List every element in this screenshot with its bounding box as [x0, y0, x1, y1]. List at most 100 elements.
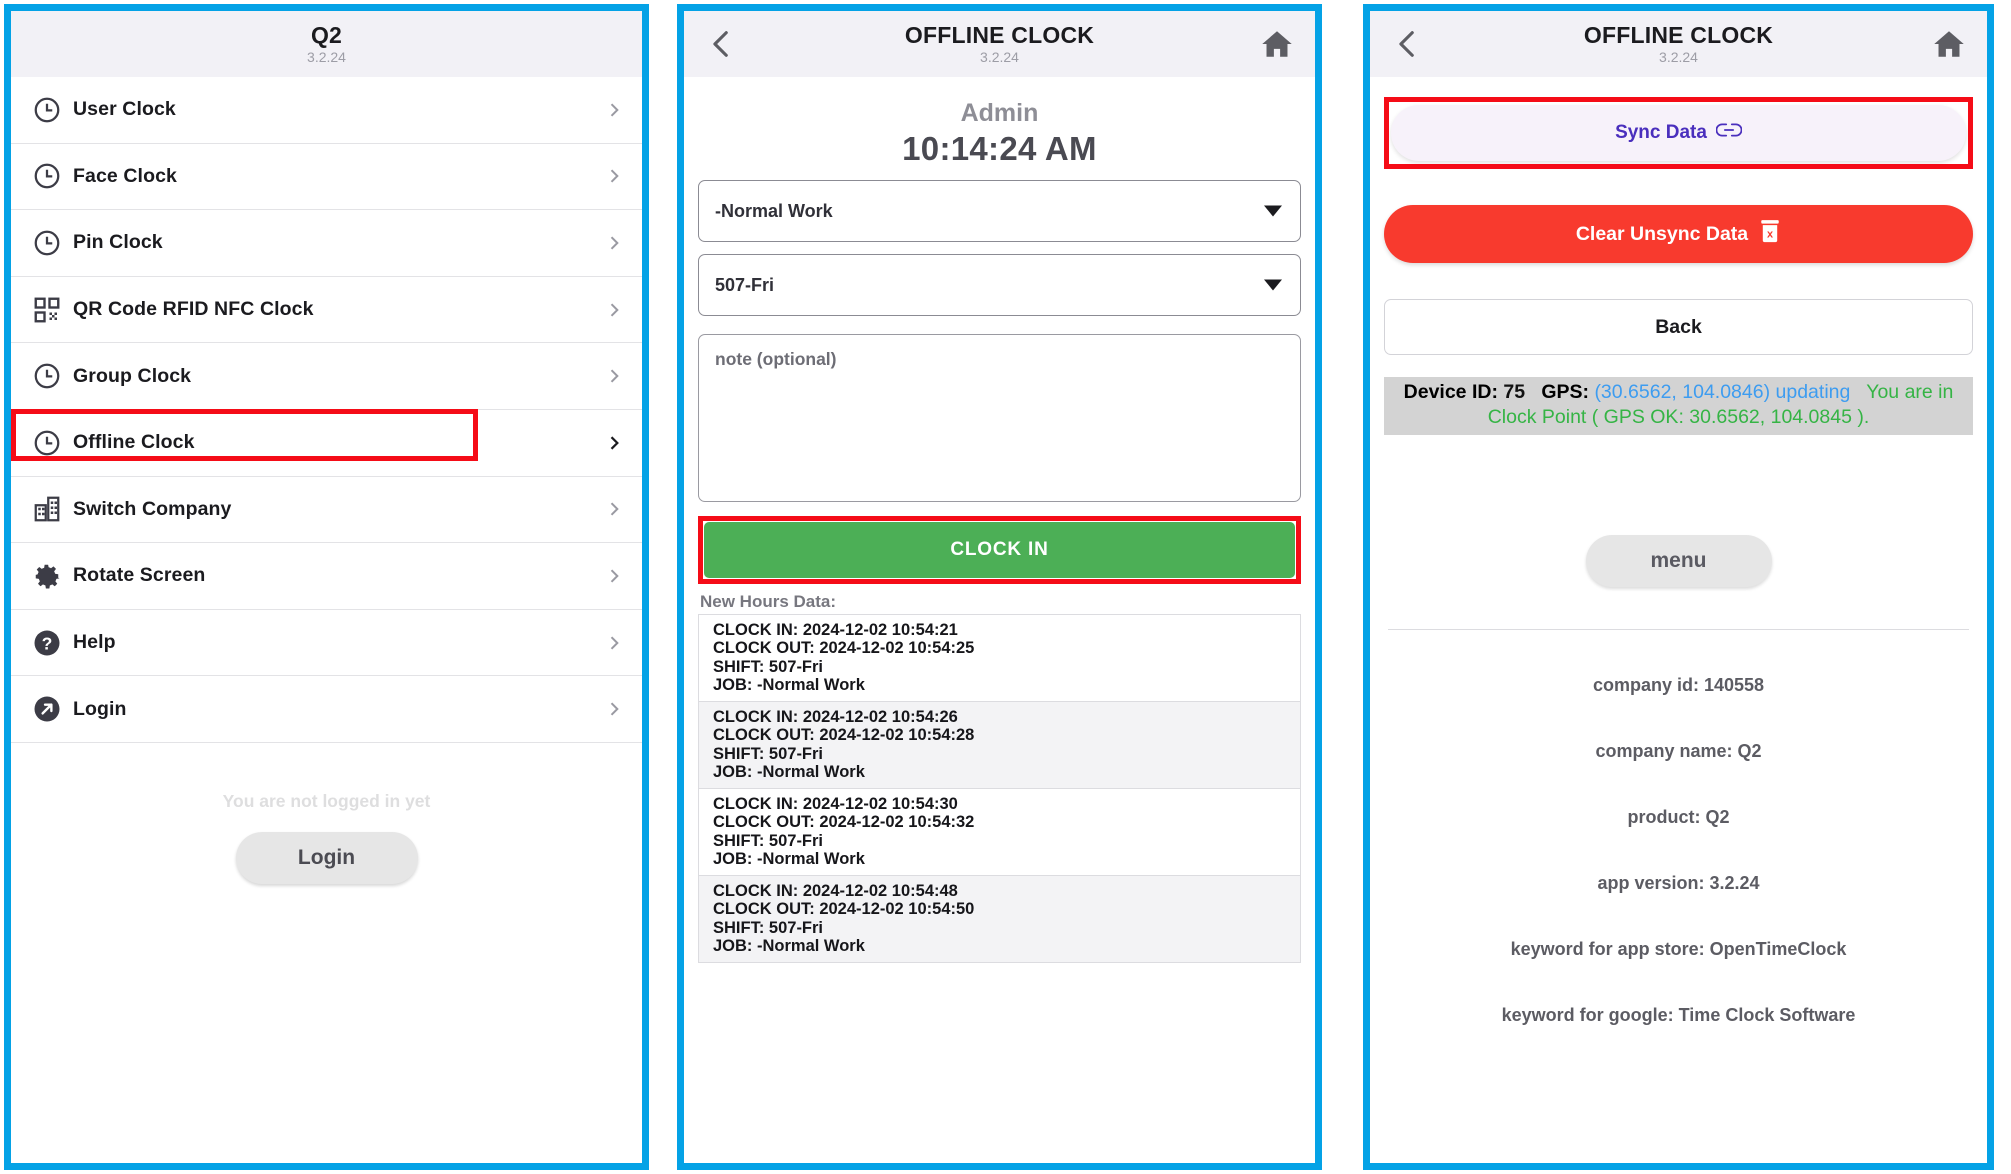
menu-item-label: Pin Clock: [73, 231, 163, 254]
about-company-name: company name: Q2: [1595, 740, 1762, 761]
trash-x-icon: x: [1759, 219, 1781, 249]
menu-item-login[interactable]: Login: [11, 676, 642, 743]
job-select-value: -Normal Work: [715, 200, 833, 221]
hours-entry: CLOCK IN: 2024-12-02 10:54:48 CLOCK OUT:…: [699, 875, 1300, 963]
menu-item-label: Face Clock: [73, 164, 177, 187]
clock-out-line: CLOCK OUT: 2024-12-02 10:54:32: [713, 813, 975, 832]
menu-item-offline-clock[interactable]: Offline Clock: [11, 408, 642, 477]
shift-line: SHIFT: 507-Fri: [713, 744, 824, 763]
clock-in-line: CLOCK IN: 2024-12-02 10:54:30: [713, 794, 958, 813]
building-icon: [21, 494, 73, 524]
hours-entry: CLOCK IN: 2024-12-02 10:54:21 CLOCK OUT:…: [699, 615, 1300, 702]
clock-icon: [21, 361, 73, 391]
current-user-label: Admin: [960, 99, 1039, 127]
menu-item-label: Help: [73, 631, 116, 654]
chevron-right-icon: [604, 97, 624, 123]
chevron-right-icon: [604, 630, 624, 656]
chevron-right-icon: [604, 563, 624, 589]
chevron-right-icon: [604, 496, 624, 522]
home-icon[interactable]: [1927, 22, 1971, 66]
shift-select[interactable]: 507-Fri: [698, 254, 1301, 316]
back-chevron-icon[interactable]: [1386, 22, 1430, 66]
chevron-right-icon: [604, 363, 624, 389]
page-title: OFFLINE CLOCK: [1583, 21, 1774, 48]
clock-in-button[interactable]: CLOCK IN: [704, 522, 1295, 578]
about-keyword-app-store: keyword for app store: OpenTimeClock: [1510, 938, 1847, 959]
chevron-right-icon: [604, 297, 624, 323]
svg-text:x: x: [1767, 229, 1773, 241]
clock-icon: [21, 428, 73, 458]
sync-highlight-wrap: Sync Data: [1384, 97, 1973, 169]
sync-appbar: OFFLINE CLOCK 3.2.24: [1370, 11, 1987, 77]
clock-in-line: CLOCK IN: 2024-12-02 10:54:26: [713, 707, 958, 726]
gps-state: updating: [1775, 381, 1851, 403]
job-select[interactable]: -Normal Work: [698, 180, 1301, 242]
chevron-down-icon: [1264, 205, 1282, 217]
menu-item-face-clock[interactable]: Face Clock: [11, 143, 642, 211]
gps-label: GPS:: [1541, 381, 1590, 403]
question-circle-icon: ?: [21, 628, 73, 658]
menu-item-pin-clock[interactable]: Pin Clock: [11, 210, 642, 277]
gear-icon: [21, 561, 73, 591]
menu-button-wrap: menu: [1384, 534, 1973, 587]
hours-entry: CLOCK IN: 2024-12-02 10:54:26 CLOCK OUT:…: [699, 701, 1300, 789]
login-footer: You are not logged in yet Login: [11, 743, 642, 884]
clock-in-line: CLOCK IN: 2024-12-02 10:54:21: [713, 621, 958, 639]
arrow-up-right-circle-icon: [21, 694, 73, 724]
back-chevron-icon[interactable]: [700, 22, 744, 66]
shift-line: SHIFT: 507-Fri: [713, 657, 824, 676]
new-hours-data-title: New Hours Data:: [700, 592, 837, 611]
section-divider: [1388, 628, 1969, 630]
back-button[interactable]: Back: [1384, 299, 1973, 355]
menu-list: User Clock Face Clock Pin Clock QR Code …: [11, 77, 642, 743]
login-button[interactable]: Login: [235, 831, 418, 884]
clock-form: Admin 10:14:24 AM -Normal Work 507-Fri n…: [684, 99, 1315, 963]
gps-coordinates: (30.6562, 104.0846): [1594, 381, 1771, 403]
screenshot-canvas: Q2 3.2.24 User Clock Face Clock Pin Cloc…: [0, 0, 2011, 1174]
about-company-id: company id: 140558: [1592, 674, 1765, 695]
clock-icon: [21, 161, 73, 191]
menu-button[interactable]: menu: [1585, 534, 1772, 587]
shift-line: SHIFT: 507-Fri: [713, 831, 824, 850]
note-input[interactable]: note (optional): [698, 334, 1301, 502]
menu-item-group-clock[interactable]: Group Clock: [11, 343, 642, 410]
chevron-right-icon: [604, 696, 624, 722]
home-icon[interactable]: [1255, 22, 1299, 66]
clock-out-line: CLOCK OUT: 2024-12-02 10:54:28: [713, 726, 975, 745]
page-title: OFFLINE CLOCK: [904, 21, 1095, 48]
job-line: JOB: -Normal Work: [713, 676, 865, 695]
shift-select-value: 507-Fri: [715, 274, 775, 295]
menu-item-rotate-screen[interactable]: Rotate Screen: [11, 543, 642, 610]
clock-icon: [21, 95, 73, 125]
about-app-version: app version: 3.2.24: [1597, 872, 1760, 893]
menu-item-switch-company[interactable]: Switch Company: [11, 476, 642, 544]
app-version-label: 3.2.24: [1659, 49, 1698, 66]
menu-item-label: Rotate Screen: [73, 564, 206, 587]
menu-item-user-clock[interactable]: User Clock: [11, 77, 642, 144]
menu-item-label: Group Clock: [73, 364, 192, 387]
sync-screen-panel: OFFLINE CLOCK 3.2.24 Sync Data Clear Uns…: [1363, 4, 1994, 1170]
job-line: JOB: -Normal Work: [713, 937, 865, 956]
menu-appbar: Q2 3.2.24: [11, 11, 642, 77]
clear-unsync-data-label: Clear Unsync Data: [1575, 222, 1749, 245]
current-time-label: 10:14:24 AM: [902, 130, 1097, 167]
clear-unsync-data-button[interactable]: Clear Unsync Data x: [1384, 205, 1973, 263]
clock-appbar: OFFLINE CLOCK 3.2.24: [684, 11, 1315, 77]
clock-in-highlight-wrap: CLOCK IN: [698, 516, 1301, 584]
page-title: Q2: [310, 21, 343, 48]
app-version-label: 3.2.24: [980, 49, 1019, 66]
sync-data-button[interactable]: Sync Data: [1391, 105, 1966, 161]
new-hours-data-list: CLOCK IN: 2024-12-02 10:54:21 CLOCK OUT:…: [698, 614, 1301, 963]
clock-out-line: CLOCK OUT: 2024-12-02 10:54:50: [713, 900, 975, 919]
device-id-label: Device ID:: [1403, 381, 1498, 403]
menu-screen-panel: Q2 3.2.24 User Clock Face Clock Pin Cloc…: [4, 4, 649, 1170]
svg-text:?: ?: [42, 633, 53, 653]
link-icon: [1715, 121, 1743, 145]
about-keyword-google: keyword for google: Time Clock Software: [1501, 1004, 1856, 1025]
menu-item-qr-code-rfid-nfc-clock[interactable]: QR Code RFID NFC Clock: [11, 276, 642, 344]
menu-item-help[interactable]: ? Help: [11, 609, 642, 677]
shift-line: SHIFT: 507-Fri: [713, 918, 824, 937]
menu-item-label: Offline Clock: [73, 431, 195, 454]
clock-out-line: CLOCK OUT: 2024-12-02 10:54:25: [713, 639, 975, 658]
menu-item-label: User Clock: [73, 98, 176, 121]
